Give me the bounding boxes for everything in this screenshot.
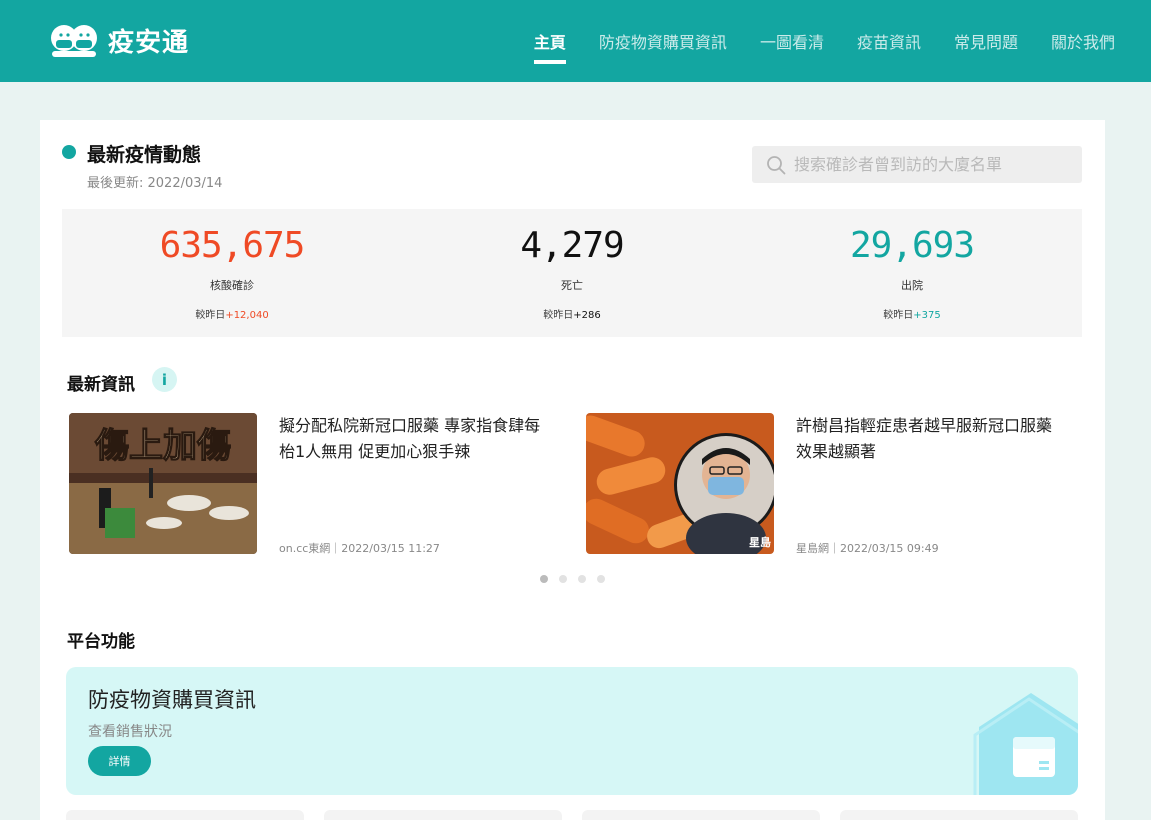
pager-dot[interactable] (559, 575, 567, 583)
search-icon (767, 155, 786, 174)
feature-card-supplies[interactable]: 防疫物資購買資訊 查看銷售狀況 詳情 (66, 667, 1078, 795)
news-source-time: 星島網｜2022/03/15 09:49 (796, 542, 939, 555)
stats-panel: 635,675 核酸確診 較昨日+12,040 4,279 死亡 較昨日+286… (62, 209, 1082, 337)
news-card[interactable]: 傷上加傷 擬分配私院新冠口服藥 專家指食肆每枱1人無用 促更加心狠手辣 on.c… (69, 413, 549, 555)
stat-discharged: 29,693 出院 較昨日+375 (742, 209, 1082, 337)
search-input[interactable] (794, 155, 1074, 174)
nav-faq[interactable]: 常見問題 (954, 26, 1018, 56)
news-section-title: 最新資訊 (67, 375, 135, 395)
carousel-pager (540, 575, 605, 583)
stat-discharged-delta: 較昨日+375 (883, 310, 941, 321)
main-card: 最新疫情動態 最後更新: 2022/03/14 635,675 核酸確診 較昨日… (40, 120, 1105, 820)
feature-tile[interactable] (66, 810, 304, 820)
stat-deaths: 4,279 死亡 較昨日+286 (402, 209, 742, 337)
news-thumbnail[interactable]: 星島 (586, 413, 774, 554)
building-search[interactable] (752, 146, 1082, 183)
pills-photo-image: 星島 (586, 413, 774, 554)
status-dot-icon (62, 145, 76, 159)
feature-subtitle: 查看銷售狀況 (88, 724, 172, 740)
nav-supplies[interactable]: 防疫物資購買資訊 (599, 26, 727, 56)
main-nav: 主頁 防疫物資購買資訊 一圖看清 疫苗資訊 常見問題 關於我們 (533, 0, 1115, 82)
platform-section-title: 平台功能 (67, 632, 135, 652)
logo-faces-icon (51, 25, 97, 57)
restaurant-photo-image: 傷上加傷 (69, 413, 257, 554)
logo-text: 疫安通 (108, 27, 190, 58)
stat-confirmed-delta: 較昨日+12,040 (195, 310, 269, 321)
stat-discharged-label: 出院 (901, 279, 923, 292)
nav-about[interactable]: 關於我們 (1051, 26, 1115, 56)
logo[interactable]: 疫安通 (48, 20, 189, 60)
stat-deaths-label: 死亡 (561, 279, 583, 292)
house-box-icon (973, 693, 1078, 795)
image-caption: 星島 (749, 535, 771, 549)
nav-vaccine[interactable]: 疫苗資訊 (857, 26, 921, 56)
info-icon[interactable]: i (152, 367, 177, 392)
last-updated: 最後更新: 2022/03/14 (87, 176, 223, 191)
pager-dot[interactable] (540, 575, 548, 583)
feature-tile[interactable] (840, 810, 1078, 820)
stat-confirmed-label: 核酸確診 (210, 279, 254, 292)
news-thumbnail[interactable]: 傷上加傷 (69, 413, 257, 554)
news-headline[interactable]: 擬分配私院新冠口服藥 專家指食肆每枱1人無用 促更加心狠手辣 (279, 413, 549, 465)
stat-deaths-value: 4,279 (520, 225, 624, 266)
feature-tile[interactable] (324, 810, 562, 820)
feature-tile[interactable] (582, 810, 820, 820)
details-button[interactable]: 詳情 (88, 746, 151, 776)
pager-dot[interactable] (597, 575, 605, 583)
news-card[interactable]: 星島 許樹昌指輕症患者越早服新冠口服藥 效果越顯著 星島網｜2022/03/15… (586, 413, 1066, 555)
news-source-time: on.cc東網｜2022/03/15 11:27 (279, 542, 440, 555)
stat-confirmed-value: 635,675 (159, 225, 306, 266)
stat-deaths-delta: 較昨日+286 (543, 310, 601, 321)
image-caption: 傷上加傷 (94, 426, 231, 466)
news-headline[interactable]: 許樹昌指輕症患者越早服新冠口服藥 效果越顯著 (796, 413, 1066, 465)
feature-title: 防疫物資購買資訊 (88, 688, 256, 712)
top-header: 疫安通 主頁 防疫物資購買資訊 一圖看清 疫苗資訊 常見問題 關於我們 (0, 0, 1151, 82)
nav-home[interactable]: 主頁 (533, 26, 566, 64)
nav-infographic[interactable]: 一圖看清 (760, 26, 824, 56)
stat-confirmed: 635,675 核酸確診 較昨日+12,040 (62, 209, 402, 337)
stat-discharged-value: 29,693 (849, 225, 975, 266)
more-features-row (66, 810, 1078, 820)
pager-dot[interactable] (578, 575, 586, 583)
status-title: 最新疫情動態 (87, 144, 202, 166)
